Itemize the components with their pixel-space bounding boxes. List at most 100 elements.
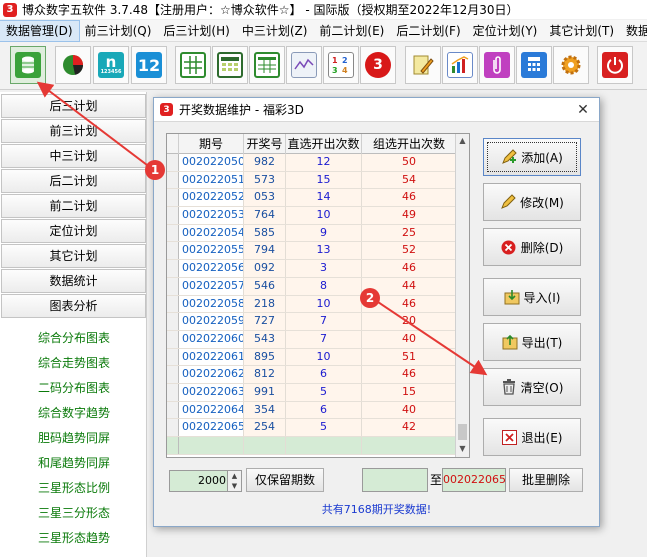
tool-12-button[interactable]: 12 [131,46,167,84]
scroll-down-icon[interactable]: ▼ [456,442,469,456]
sidebar-link-digit-trend[interactable]: 综合数字趋势 [38,404,110,421]
sidebar-item-charts[interactable]: 图表分析 [1,294,146,318]
range-end-input[interactable]: 002022065 [442,468,506,492]
row-indicator[interactable] [167,330,179,348]
stepper-down-icon[interactable]: ▼ [228,481,241,491]
range-start-input[interactable] [362,468,428,492]
row-indicator[interactable] [167,171,179,189]
table-row[interactable]: 002022057 546 8 44 [167,277,457,296]
sidebar-link-distribution[interactable]: 综合分布图表 [38,329,110,346]
sidebar-link-sum-tail[interactable]: 和尾趋势同屏 [38,454,110,471]
export-button[interactable]: 导出(T) [483,323,581,361]
table-row[interactable]: 002022053 764 10 49 [167,207,457,225]
sidebar-link-trend[interactable]: 综合走势图表 [38,354,110,371]
tool-power-button[interactable] [597,46,633,84]
table-row[interactable]: 002022052 053 14 46 [167,189,457,208]
row-indicator[interactable] [167,366,179,383]
sidebar-item-other[interactable]: 其它计划 [1,244,146,268]
row-indicator[interactable] [167,383,179,401]
row-indicator[interactable] [167,295,179,313]
table-row[interactable]: 002022063 991 5 15 [167,383,457,402]
row-indicator[interactable] [167,242,179,260]
column-header-direct-count[interactable]: 直选开出次数 [286,134,362,154]
tool-calculator-button[interactable] [516,46,552,84]
sidebar-link-shape-trend[interactable]: 三星形态趋势 [38,529,110,546]
menu-front-three[interactable]: 前三计划(Q) [79,21,158,41]
row-indicator[interactable] [167,313,179,330]
column-header-issue[interactable]: 期号 [179,134,244,154]
tool-trend-button[interactable] [286,46,322,84]
sidebar-item-middle-three[interactable]: 中三计划 [1,144,146,168]
stepper-up-icon[interactable]: ▲ [228,471,241,481]
tool-pie-chart-button[interactable] [55,46,91,84]
clear-button[interactable]: 清空(O) [483,368,581,406]
table-row[interactable]: 002022051 573 15 54 [167,171,457,190]
keep-periods-stepper[interactable]: 2000 ▲ ▼ [169,470,242,492]
menu-back-two[interactable]: 后二计划(F) [390,21,466,41]
column-header-number[interactable]: 开奖号 [244,134,286,154]
edit-button[interactable]: 修改(M) [483,183,581,221]
menu-data-manage[interactable]: 数据管理(D) [0,19,80,42]
sidebar-item-back-three[interactable]: 后三计划 [1,94,146,118]
table-row[interactable]: 002022059 727 7 20 [167,313,457,331]
row-indicator[interactable] [167,224,179,242]
scroll-up-icon[interactable]: ▲ [456,134,469,148]
column-header-group-count[interactable]: 组选开出次数 [362,134,457,154]
menu-other[interactable]: 其它计划(T) [543,21,620,41]
tool-3d-button[interactable]: 3 [360,46,396,84]
table-row[interactable]: 002022062 812 6 46 [167,366,457,384]
row-indicator[interactable] [167,277,179,295]
sidebar-item-front-two[interactable]: 前二计划 [1,194,146,218]
batch-delete-button[interactable]: 批里删除 [509,468,583,492]
table-row[interactable]: 002022056 092 3 46 [167,260,457,278]
row-indicator[interactable] [167,419,179,436]
row-indicator[interactable] [167,260,179,277]
cell-group-count: 25 [362,224,457,242]
tool-grid-button[interactable] [175,46,211,84]
row-indicator[interactable] [167,154,179,171]
close-icon[interactable]: ✕ [573,102,593,118]
new-row[interactable] [167,437,457,455]
row-indicator[interactable] [167,189,179,207]
tool-settings-button[interactable] [553,46,589,84]
menu-back-three[interactable]: 后三计划(H) [157,21,235,41]
sidebar-link-shape-ratio[interactable]: 三星形态比例 [38,479,110,496]
add-button[interactable]: 添加(A) [483,138,581,176]
delete-button[interactable]: 删除(D) [483,228,581,266]
sidebar-item-back-two[interactable]: 后二计划 [1,169,146,193]
row-indicator[interactable] [167,207,179,224]
table-row[interactable]: 002022061 895 10 51 [167,348,457,367]
table-row[interactable]: 002022054 585 9 25 [167,224,457,243]
table-scrollbar[interactable]: ▲ ▼ [455,134,469,457]
tool-clip-button[interactable] [479,46,515,84]
menu-middle-three[interactable]: 中三计划(Z) [236,21,314,41]
tool-bar-chart-button[interactable] [442,46,478,84]
tool-table-button[interactable] [249,46,285,84]
scroll-thumb[interactable] [458,424,467,440]
sidebar-link-dan-code[interactable]: 胆码趋势同屏 [38,429,110,446]
table-row[interactable]: 002022060 543 7 40 [167,330,457,349]
sidebar-link-two-code[interactable]: 二码分布图表 [38,379,110,396]
sidebar-link-shape-three[interactable]: 三星三分形态 [38,504,110,521]
tool-n-button[interactable]: n 123456 [93,46,129,84]
menu-front-two[interactable]: 前二计划(E) [313,21,390,41]
import-button[interactable]: 导入(I) [483,278,581,316]
table-row[interactable]: 002022055 794 13 52 [167,242,457,261]
tool-number-grid-button[interactable]: 1234 [323,46,359,84]
tool-pencil-button[interactable] [405,46,441,84]
tool-calendar-button[interactable] [212,46,248,84]
table-row[interactable]: 002022050 982 12 50 [167,154,457,172]
row-indicator[interactable] [167,401,179,419]
tool-database-button[interactable] [10,46,46,84]
menu-data-more[interactable]: 数据 [620,21,647,41]
table-row[interactable]: 002022058 218 10 46 [167,295,457,314]
table-row[interactable]: 002022065 254 5 42 [167,419,457,437]
exit-button[interactable]: 退出(E) [483,418,581,456]
keep-periods-button[interactable]: 仅保留期数 [246,468,324,492]
row-indicator[interactable] [167,348,179,366]
sidebar-item-front-three[interactable]: 前三计划 [1,119,146,143]
sidebar-item-position[interactable]: 定位计划 [1,219,146,243]
sidebar-item-statistics[interactable]: 数据统计 [1,269,146,293]
table-row[interactable]: 002022064 354 6 40 [167,401,457,420]
menu-position[interactable]: 定位计划(Y) [467,21,544,41]
